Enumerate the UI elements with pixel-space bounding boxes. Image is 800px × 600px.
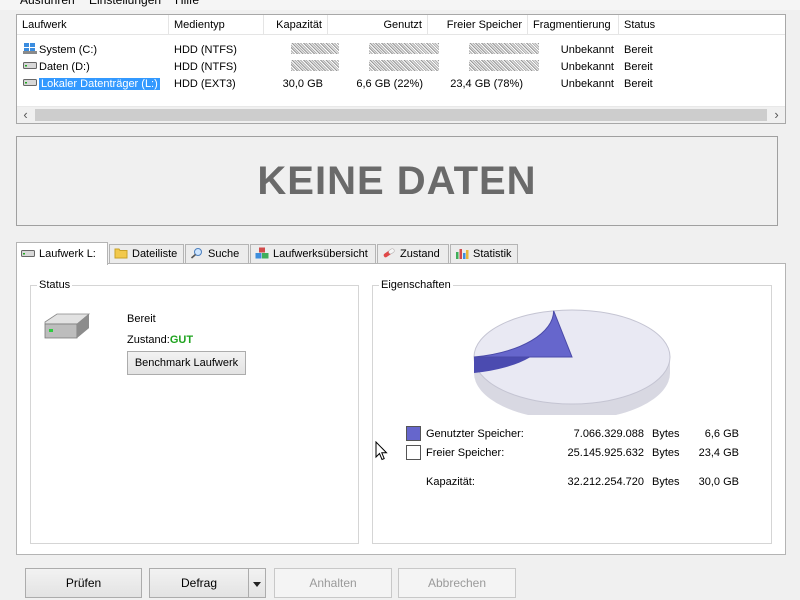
condition-row: Zustand:GUT	[127, 333, 193, 347]
scroll-left-icon[interactable]: ‹	[17, 107, 34, 123]
usage-pie-chart	[473, 309, 671, 415]
fragmentierung-cell: Unbekannt	[560, 61, 614, 73]
mouse-cursor-icon	[375, 441, 388, 461]
legend-used-swatch	[406, 426, 421, 441]
tab-zustand[interactable]: Zustand	[377, 244, 449, 264]
used-label: Genutzter Speicher:	[426, 428, 524, 440]
pruefen-button[interactable]: Prüfen	[25, 568, 142, 598]
folder-icon	[114, 248, 128, 259]
medientyp-cell: HDD (EXT3)	[174, 78, 236, 90]
hard-drive-icon	[23, 62, 37, 69]
col-status[interactable]: Status	[619, 15, 785, 35]
tab-laufwerksuebersicht[interactable]: Laufwerksübersicht	[250, 244, 376, 264]
capacity-unit: Bytes	[652, 476, 680, 488]
medientyp-cell: HDD (NTFS)	[174, 61, 237, 73]
genutzt-cell: 6,6 GB (22%)	[356, 78, 423, 90]
drive-name-cell: Lokaler Datenträger (L:)	[17, 76, 169, 93]
benchmark-button[interactable]: Benchmark Laufwerk	[127, 351, 246, 375]
menu-ausfuehren[interactable]: Ausführen	[20, 0, 75, 8]
tab-label: Zustand	[400, 248, 440, 260]
hard-disk-large-icon	[44, 313, 91, 339]
fragmentierung-cell: Unbekannt	[560, 44, 614, 56]
drive-row-d[interactable]: Daten (D:) HDD (NTFS) Unbekannt Bereit	[17, 59, 785, 76]
tab-dateiliste[interactable]: Dateiliste	[109, 244, 184, 264]
free-size: 23,4 GB	[698, 447, 739, 459]
menu-einstellungen[interactable]: Einstellungen	[89, 0, 161, 8]
menu-bar: Ausführen Einstellungen Hilfe	[0, 0, 800, 10]
free-label: Freier Speicher:	[426, 447, 505, 459]
drive-label-selected: Lokaler Datenträger (L:)	[39, 78, 160, 90]
menu-hilfe[interactable]: Hilfe	[175, 0, 199, 8]
capacity-bytes: 32.212.254.720	[567, 476, 644, 488]
hard-drive-icon	[23, 79, 37, 86]
bar-chart-icon	[456, 249, 469, 259]
status-state: Bereit	[127, 313, 156, 325]
capacity-size: 30,0 GB	[698, 476, 739, 488]
chevron-down-icon	[253, 582, 261, 587]
drive-label: Daten (D:)	[39, 61, 90, 73]
kapazitaet-cell-redacted	[264, 42, 344, 59]
col-kapazitaet[interactable]: Kapazität	[264, 15, 328, 35]
tab-label: Dateiliste	[132, 248, 178, 260]
status-cell: Bereit	[624, 44, 653, 56]
drive-list-header: Laufwerk Medientyp Kapazität Genutzt Fre…	[17, 15, 785, 35]
status-cell: Bereit	[624, 78, 653, 90]
scroll-right-icon[interactable]: ›	[768, 107, 785, 123]
capacity-label: Kapazität:	[426, 476, 475, 488]
drive-row-l[interactable]: Lokaler Datenträger (L:) HDD (EXT3) 30,0…	[17, 76, 785, 93]
drive-name-cell: Daten (D:)	[17, 59, 169, 76]
health-icon	[383, 248, 395, 258]
col-freier-speicher[interactable]: Freier Speicher	[428, 15, 528, 35]
tab-panel-laufwerk: Status Bereit Zustand:GUT Benchmark Lauf…	[16, 263, 786, 555]
medientyp-cell: HDD (NTFS)	[174, 44, 237, 56]
kapazitaet-cell-redacted	[264, 59, 344, 76]
genutzt-cell-redacted	[344, 42, 444, 59]
col-medientyp[interactable]: Medientyp	[169, 15, 264, 35]
col-genutzt[interactable]: Genutzt	[328, 15, 428, 35]
tab-label: Laufwerksübersicht	[273, 248, 368, 260]
magnifier-icon	[190, 248, 202, 259]
drive-name-cell: System (C:)	[17, 42, 169, 59]
tab-suche[interactable]: Suche	[185, 244, 249, 264]
used-bytes: 7.066.329.088	[573, 428, 644, 440]
condition-value: GUT	[169, 334, 194, 346]
frei-cell: 23,4 GB (78%)	[450, 78, 523, 90]
status-group-title: Status	[37, 278, 73, 292]
drive-icon	[21, 250, 35, 257]
used-size: 6,6 GB	[704, 428, 739, 440]
horizontal-scrollbar[interactable]: ‹ ›	[17, 106, 785, 123]
condition-label: Zustand:	[127, 334, 170, 346]
used-unit: Bytes	[652, 428, 680, 440]
tab-label: Statistik	[473, 248, 512, 260]
col-laufwerk[interactable]: Laufwerk	[17, 15, 169, 35]
tab-label: Suche	[208, 248, 240, 260]
status-group: Status Bereit Zustand:GUT Benchmark Lauf…	[30, 278, 359, 544]
fragmentierung-cell: Unbekannt	[560, 78, 614, 90]
tab-label: Laufwerk L:	[39, 248, 96, 260]
col-fragmentierung[interactable]: Fragmentierung	[528, 15, 619, 35]
free-bytes: 25.145.925.632	[567, 447, 644, 459]
genutzt-cell-redacted	[344, 59, 444, 76]
properties-group-title: Eigenschaften	[379, 278, 453, 292]
kapazitaet-cell: 30,0 GB	[282, 78, 323, 90]
drive-list[interactable]: Laufwerk Medientyp Kapazität Genutzt Fre…	[16, 14, 786, 124]
drive-label: System (C:)	[39, 44, 98, 56]
abbrechen-button[interactable]: Abbrechen	[398, 568, 516, 598]
windows-drive-icon	[23, 43, 37, 54]
defrag-button[interactable]: Defrag	[149, 568, 249, 598]
status-cell: Bereit	[624, 61, 653, 73]
scrollbar-thumb[interactable]	[35, 109, 767, 121]
defrag-dropdown-button[interactable]	[248, 568, 266, 598]
drive-row-c[interactable]: System (C:) HDD (NTFS) Unbekannt Bereit	[17, 42, 785, 59]
legend-free-swatch	[406, 445, 421, 460]
tab-laufwerk[interactable]: Laufwerk L:	[16, 242, 108, 265]
no-data-banner: KEINE DATEN	[16, 136, 778, 226]
properties-group: Eigenschaften Genutzter Speicher: 7.066.…	[372, 278, 772, 544]
free-unit: Bytes	[652, 447, 680, 459]
tab-statistik[interactable]: Statistik	[450, 244, 518, 264]
blocks-icon	[255, 247, 269, 259]
anhalten-button[interactable]: Anhalten	[274, 568, 392, 598]
